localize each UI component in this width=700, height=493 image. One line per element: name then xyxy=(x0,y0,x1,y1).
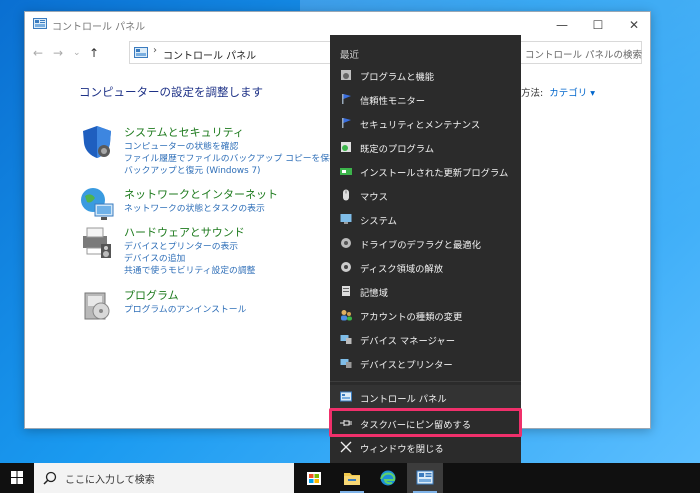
jumplist-item-label: 記憶域 xyxy=(360,288,388,299)
search-placeholder: コントロール パネルの検索 xyxy=(525,50,643,61)
jumplist-item-storage[interactable]: 記憶域 xyxy=(330,279,521,303)
devices-printers-icon xyxy=(340,359,352,368)
category-title[interactable]: システムとセキュリティ xyxy=(124,124,244,140)
recent-locations-button[interactable]: ⌄ xyxy=(73,48,81,58)
edge-app-button[interactable] xyxy=(370,463,406,493)
category-link[interactable]: ネットワークの状態とタスクの表示 xyxy=(124,201,265,214)
page-title: コンピューターの設定を調整します xyxy=(79,85,263,99)
jumplist-item-reliability-monitor[interactable]: 信頼性モニター xyxy=(330,87,521,111)
highlight-box xyxy=(329,408,522,437)
programs-box-icon xyxy=(84,292,110,320)
category-link[interactable]: 共通で使うモビリティ設定の調整 xyxy=(124,263,255,276)
control-panel-address-icon xyxy=(134,47,148,58)
default-programs-icon xyxy=(341,142,351,152)
breadcrumb-separator: › xyxy=(153,45,157,56)
store-app-button[interactable] xyxy=(296,463,332,493)
control-panel-icon xyxy=(416,470,434,485)
jumplist-item-security-maintenance[interactable]: セキュリティとメンテナンス xyxy=(330,111,521,135)
jumplist-item-label: デバイスとプリンター xyxy=(360,360,453,371)
jumplist-item-default-programs[interactable]: 既定のプログラム xyxy=(330,135,521,159)
jumplist-app-control-panel[interactable]: コントロール パネル xyxy=(330,385,521,409)
category-title[interactable]: ネットワークとインターネット xyxy=(124,186,278,202)
category-title[interactable]: ハードウェアとサウンド xyxy=(124,224,245,240)
disk-cleanup-icon xyxy=(341,262,351,272)
search-input[interactable]: コントロール パネルの検索 xyxy=(518,41,642,64)
control-panel-app-button[interactable] xyxy=(407,463,443,493)
breadcrumb-control-panel[interactable]: コントロール パネル xyxy=(163,47,256,62)
view-by-dropdown[interactable]: カテゴリ ▾ xyxy=(549,88,595,99)
control-panel-icon xyxy=(340,391,352,402)
jumplist-item-device-manager[interactable]: デバイス マネージャー xyxy=(330,327,521,351)
jumplist-item-label: セキュリティとメンテナンス xyxy=(360,120,481,131)
jumplist-item-label: ディスク領域の解放 xyxy=(360,264,444,275)
jumplist-item-disk-cleanup[interactable]: ディスク領域の解放 xyxy=(330,255,521,279)
up-button[interactable]: ↑ xyxy=(89,46,99,60)
category-link[interactable]: バックアップと復元 (Windows 7) xyxy=(124,163,261,176)
file-explorer-app-button[interactable] xyxy=(334,463,370,493)
jumplist-item-label: ドライブのデフラグと最適化 xyxy=(360,240,481,251)
jumplist-item-defrag[interactable]: ドライブのデフラグと最適化 xyxy=(330,231,521,255)
device-manager-icon xyxy=(340,335,352,344)
jumplist-item-mouse[interactable]: マウス xyxy=(330,183,521,207)
minimize-button[interactable]: — xyxy=(545,16,579,34)
jumplist-item-label: プログラムと機能 xyxy=(360,72,435,83)
view-by-label: 方法: xyxy=(521,88,544,99)
search-icon xyxy=(43,471,57,485)
taskbar-search-placeholder: ここに入力して検索 xyxy=(65,475,155,486)
jumplist-item-devices-printers[interactable]: デバイスとプリンター xyxy=(330,351,521,375)
taskbar: ここに入力して検索 xyxy=(0,463,700,493)
jumplist-item-label: コントロール パネル xyxy=(360,394,447,405)
flag-icon xyxy=(342,94,351,104)
taskbar-jump-list: 最近 プログラムと機能 信頼性モニター セキュリティとメンテナンス 既定のプログ… xyxy=(330,35,521,463)
network-globe-icon xyxy=(81,188,114,220)
store-icon xyxy=(307,472,321,485)
jumplist-item-label: ウィンドウを閉じる xyxy=(360,444,444,455)
category-link[interactable]: プログラムのアンインストール xyxy=(124,302,246,315)
defrag-icon xyxy=(341,238,351,248)
system-icon xyxy=(340,214,352,224)
back-button[interactable]: ← xyxy=(33,46,43,60)
windows-logo-icon xyxy=(11,471,23,484)
mouse-icon xyxy=(343,189,349,201)
jumplist-divider xyxy=(330,381,521,382)
category-title[interactable]: プログラム xyxy=(124,287,179,303)
file-explorer-icon xyxy=(344,473,360,485)
maximize-button[interactable]: ☐ xyxy=(581,16,615,34)
taskbar-search-box[interactable]: ここに入力して検索 xyxy=(34,463,294,493)
jumplist-item-label: アカウントの種類の変更 xyxy=(360,312,463,323)
jumplist-item-account-type[interactable]: アカウントの種類の変更 xyxy=(330,303,521,327)
jumplist-item-label: 既定のプログラム xyxy=(360,144,435,155)
close-button[interactable]: ✕ xyxy=(617,16,650,34)
programs-features-icon xyxy=(341,70,351,80)
view-by: 方法: カテゴリ ▾ xyxy=(521,85,595,99)
close-icon xyxy=(340,441,352,453)
recent-header: 最近 xyxy=(340,50,360,61)
updates-icon xyxy=(340,168,352,175)
jumplist-item-label: インストールされた更新プログラム xyxy=(360,168,509,179)
jumplist-item-system[interactable]: システム xyxy=(330,207,521,231)
shield-icon xyxy=(83,126,111,158)
control-panel-title-icon xyxy=(33,18,47,29)
start-button[interactable] xyxy=(0,463,34,493)
edge-icon xyxy=(380,470,396,486)
jumplist-item-label: マウス xyxy=(360,192,388,203)
jumplist-item-label: デバイス マネージャー xyxy=(360,336,455,347)
flag-icon xyxy=(342,118,351,128)
printer-icon xyxy=(83,227,111,258)
jumplist-item-label: システム xyxy=(360,216,397,227)
storage-icon xyxy=(342,286,350,296)
jumplist-close-window[interactable]: ウィンドウを閉じる xyxy=(330,435,521,459)
jumplist-item-programs-features[interactable]: プログラムと機能 xyxy=(330,63,521,87)
jumplist-item-label: 信頼性モニター xyxy=(360,96,426,107)
users-icon xyxy=(341,310,352,321)
forward-button[interactable]: → xyxy=(53,46,63,60)
jumplist-item-installed-updates[interactable]: インストールされた更新プログラム xyxy=(330,159,521,183)
window-title: コントロール パネル xyxy=(52,22,146,33)
